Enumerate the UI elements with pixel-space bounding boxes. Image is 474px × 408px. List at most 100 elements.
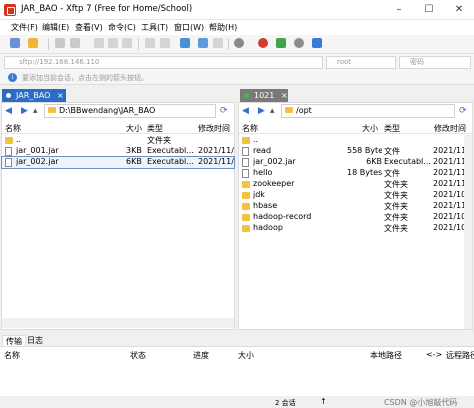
username-input[interactable]: root <box>326 56 396 69</box>
transfer-list <box>0 346 474 396</box>
menu-view[interactable]: 查看(V) <box>75 22 103 33</box>
col-type[interactable]: 类型 <box>384 123 400 134</box>
file-size: 6KB <box>366 157 382 166</box>
close-tab-icon[interactable]: × <box>57 89 64 102</box>
file-size: 18 Bytes <box>347 168 382 177</box>
file-size: 6KB <box>126 157 142 166</box>
host-input[interactable]: sftp://192.168.146.110 <box>4 56 323 69</box>
file-name: .. <box>16 135 22 144</box>
menu-tools[interactable]: 工具(T) <box>141 22 168 33</box>
local-horizontal-scrollbar[interactable] <box>2 318 234 328</box>
back-arrow-icon[interactable]: ◀ <box>242 106 249 116</box>
col-direction[interactable]: <-> <box>426 350 442 359</box>
disconnect-icon[interactable] <box>70 38 80 48</box>
col-status[interactable]: 状态 <box>130 350 146 361</box>
local-path-input[interactable]: D:\BBwendang\JAR_BAO <box>44 104 216 118</box>
folder-icon <box>242 137 250 144</box>
session-count: 2 会话 <box>275 399 296 407</box>
tab-log[interactable]: 日志 <box>24 335 46 346</box>
list-item[interactable]: jar_001.jar 3KB Executabl... 2021/11/1 <box>2 146 234 157</box>
list-item[interactable]: hadoop-record 文件夹 2021/10/2 <box>239 212 465 223</box>
maximize-button[interactable]: ☐ <box>414 0 444 20</box>
list-item[interactable]: hello 18 Bytes文件 2021/11/1 <box>239 168 465 179</box>
lock-icon[interactable] <box>276 38 286 48</box>
col-name[interactable]: 名称 <box>5 123 21 134</box>
menu-window[interactable]: 窗口(W) <box>174 22 204 33</box>
col-type[interactable]: 类型 <box>147 123 163 134</box>
local-status-dot-icon <box>6 93 11 98</box>
file-type: 文件 <box>384 169 400 178</box>
file-modified: 2021/10/2 <box>433 212 465 221</box>
transfer-icon[interactable] <box>180 38 190 48</box>
open-folder-icon[interactable] <box>28 38 38 48</box>
close-button[interactable]: ✕ <box>444 0 474 20</box>
col-modified[interactable]: 修改时间 <box>434 123 466 134</box>
list-item[interactable]: hadoop 文件夹 2021/10/2 <box>239 223 465 234</box>
minimize-button[interactable]: – <box>384 0 414 20</box>
list-item-selected[interactable]: jar_002.jar 6KB Executabl... 2021/11/2 <box>1 156 235 169</box>
list-item[interactable]: read 558 Bytes文件 2021/11/1 <box>239 146 465 157</box>
file-modified: 2021/10/2 <box>433 190 465 199</box>
col-local-path[interactable]: 本地路径 <box>370 350 402 361</box>
file-modified: 2021/11/2 <box>198 157 234 166</box>
file-type: Executabl... <box>384 157 431 166</box>
col-progress[interactable]: 进度 <box>193 350 209 361</box>
folder-icon <box>242 192 250 199</box>
help-icon[interactable] <box>312 38 322 48</box>
tab-transfer[interactable]: 传输 <box>2 335 26 346</box>
refresh-icon[interactable]: ⟳ <box>220 106 228 116</box>
gear-icon[interactable] <box>294 38 304 48</box>
remote-path-input[interactable]: /opt <box>281 104 455 118</box>
col-size[interactable]: 大小 <box>238 350 254 361</box>
list-item[interactable]: .. <box>239 135 463 146</box>
file-type: 文件夹 <box>384 224 408 233</box>
list-item[interactable]: jdk 文件夹 2021/10/2 <box>239 190 465 201</box>
upload-arrow-icon: ↑ <box>320 397 327 406</box>
forward-arrow-icon[interactable]: ▶ <box>258 106 265 116</box>
reconnect-icon[interactable] <box>55 38 65 48</box>
file-name: jar_001.jar <box>16 146 59 155</box>
back-arrow-icon[interactable]: ◀ <box>5 106 12 116</box>
list-item[interactable]: hbase 文件夹 2021/11/1 <box>239 201 465 212</box>
forward-icon[interactable] <box>108 38 118 48</box>
list-item[interactable]: zookeeper 文件夹 2021/11/1 <box>239 179 465 190</box>
up-folder-icon[interactable]: ▴ <box>270 106 275 116</box>
file-name: .. <box>253 135 259 144</box>
up-icon[interactable] <box>122 38 132 48</box>
close-tab-icon[interactable]: × <box>281 89 288 102</box>
folder-icon <box>242 225 250 232</box>
list-item[interactable]: jar_002.jar 6KBExecutabl...2021/11/1 <box>239 157 465 168</box>
remote-vertical-scrollbar[interactable] <box>464 135 472 329</box>
col-size[interactable]: 大小 <box>126 123 142 134</box>
window-title: JAR_BAO - Xftp 7 (Free for Home/School) <box>21 4 193 14</box>
file-modified: 2021/11/1 <box>433 157 465 166</box>
col-remote-path[interactable]: 远程路径 <box>446 350 474 361</box>
forward-arrow-icon[interactable]: ▶ <box>21 106 28 116</box>
refresh-icon[interactable]: ⟳ <box>459 106 467 116</box>
menu-file[interactable]: 文件(F) <box>11 22 38 33</box>
xshell-icon[interactable] <box>258 38 268 48</box>
password-input[interactable]: 密码 <box>399 56 471 69</box>
new-session-icon[interactable] <box>10 38 20 48</box>
up-folder-icon[interactable]: ▴ <box>33 106 38 116</box>
tab-label: 1021 <box>254 91 275 100</box>
connected-dot-icon <box>244 93 249 98</box>
globe-icon[interactable] <box>234 38 244 48</box>
col-size[interactable]: 大小 <box>362 123 378 134</box>
copy-icon[interactable] <box>145 38 155 48</box>
file-name: hadoop-record <box>253 212 312 221</box>
sync-icon[interactable] <box>198 38 208 48</box>
menu-command[interactable]: 命令(C) <box>108 22 136 33</box>
list-item[interactable]: .. 文件夹 <box>2 135 234 146</box>
col-name[interactable]: 名称 <box>4 350 20 361</box>
col-name[interactable]: 名称 <box>242 123 258 134</box>
properties-icon[interactable] <box>213 38 223 48</box>
menu-edit[interactable]: 编辑(E) <box>42 22 69 33</box>
xftp-logo-icon <box>4 4 16 16</box>
paste-icon[interactable] <box>160 38 170 48</box>
menu-help[interactable]: 帮助(H) <box>209 22 237 33</box>
toolbar-separator <box>48 38 49 50</box>
transfer-tab-bar <box>0 334 474 346</box>
col-modified[interactable]: 修改时间 <box>198 123 230 134</box>
back-icon[interactable] <box>94 38 104 48</box>
